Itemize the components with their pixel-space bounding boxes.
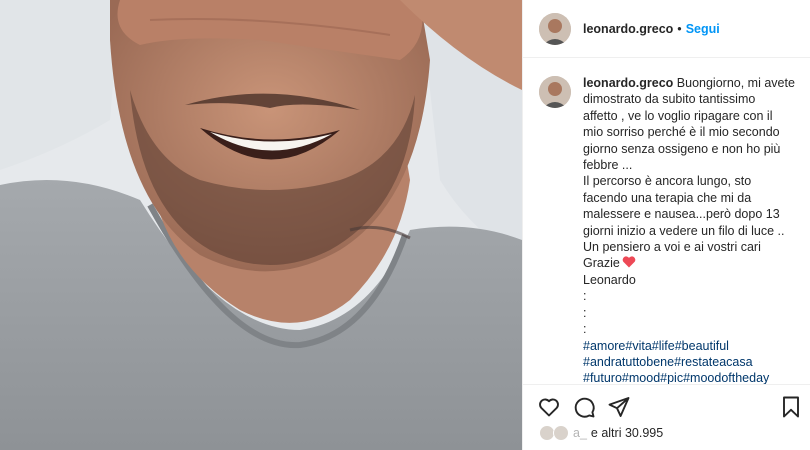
caption-line: :	[583, 305, 587, 320]
caption-first-line: leonardo.greco Buongiorno, mi avete	[583, 75, 795, 91]
hashtag-link[interactable]: #restateacasa	[674, 355, 753, 369]
follow-button[interactable]: Segui	[686, 22, 720, 36]
likes-count[interactable]: e altri 30.995	[591, 426, 663, 440]
post-caption: leonardo.greco Buongiorno, mi avete dimo…	[583, 75, 795, 384]
liker-avatar	[553, 425, 569, 441]
post-photo[interactable]	[0, 0, 522, 450]
caption-line: affetto , ve lo voglio ripagare con il	[583, 108, 773, 123]
caption-line: facendo una terapia che mi da	[583, 190, 752, 205]
caption-line: malessere e nausea...però dopo 13	[583, 207, 780, 222]
hashtag-link[interactable]: #mood	[622, 371, 660, 384]
caption-line: Un pensiero a voi e ai vostri cari	[583, 240, 761, 255]
liker-name[interactable]: a_	[573, 426, 587, 440]
hashtag-link[interactable]: #futuro	[583, 371, 622, 384]
caption-line: febbre ...	[583, 158, 633, 173]
likes-summary[interactable]: a_ e altri 30.995	[539, 424, 799, 442]
post-header: leonardo.greco • Segui	[523, 0, 810, 58]
caption-line: :	[583, 289, 587, 304]
author-username[interactable]: leonardo.greco	[583, 22, 673, 36]
bookmark-icon	[783, 396, 799, 418]
hashtag-row: #amore#vita#life#beautiful	[583, 338, 795, 354]
comment-bubble-icon	[574, 397, 595, 418]
caption-username[interactable]: leonardo.greco	[583, 76, 673, 90]
author-avatar[interactable]	[539, 12, 571, 45]
avatar-image	[539, 76, 571, 108]
red-heart-emoji-icon	[622, 256, 636, 268]
hashtag-link[interactable]: #andratuttobene	[583, 355, 674, 369]
avatar-image	[539, 12, 571, 45]
post-side-panel: leonardo.greco • Segui leonardo.greco Bu…	[522, 0, 810, 450]
comment-button[interactable]	[572, 395, 596, 419]
caption-line: Grazie	[583, 256, 620, 271]
hashtag-link[interactable]: #pic	[660, 371, 683, 384]
hashtag-link[interactable]: #vita	[625, 339, 651, 353]
hashtag-link[interactable]: #moodoftheday	[683, 371, 769, 384]
caption-line: :	[583, 322, 587, 337]
header-separator: •	[677, 21, 682, 36]
hashtag-link[interactable]: #amore	[583, 339, 625, 353]
heart-outline-icon	[539, 398, 559, 417]
hashtag-link[interactable]: #life	[652, 339, 675, 353]
post-action-bar	[523, 384, 810, 428]
caption-line: mio sorriso perché è il mio secondo	[583, 125, 780, 140]
caption-scroll-area[interactable]: leonardo.greco Buongiorno, mi avete dimo…	[523, 58, 810, 384]
paper-plane-icon	[608, 397, 630, 417]
photo-smiling-man	[0, 0, 522, 450]
hashtag-row: #futuro#mood#pic#moodoftheday	[583, 370, 795, 384]
caption-author-avatar[interactable]	[539, 76, 571, 108]
hashtag-row: #andratuttobene#restateacasa	[583, 354, 795, 370]
caption-line: Buongiorno, mi avete	[676, 76, 795, 90]
hashtag-link[interactable]: #beautiful	[675, 339, 729, 353]
share-button[interactable]	[607, 395, 631, 419]
caption-line: Il percorso è ancora lungo, sto	[583, 174, 752, 189]
save-button[interactable]	[779, 395, 803, 419]
like-button[interactable]	[537, 395, 561, 419]
caption-line-grazie: Grazie	[583, 255, 795, 271]
caption-line: dimostrato da subito tantissimo	[583, 92, 756, 107]
caption-line: giorni inizio a vedere un filo di luce .…	[583, 223, 785, 238]
caption-line: Leonardo	[583, 272, 636, 287]
caption-line: giorno senza ossigeno e non ho più	[583, 141, 781, 156]
